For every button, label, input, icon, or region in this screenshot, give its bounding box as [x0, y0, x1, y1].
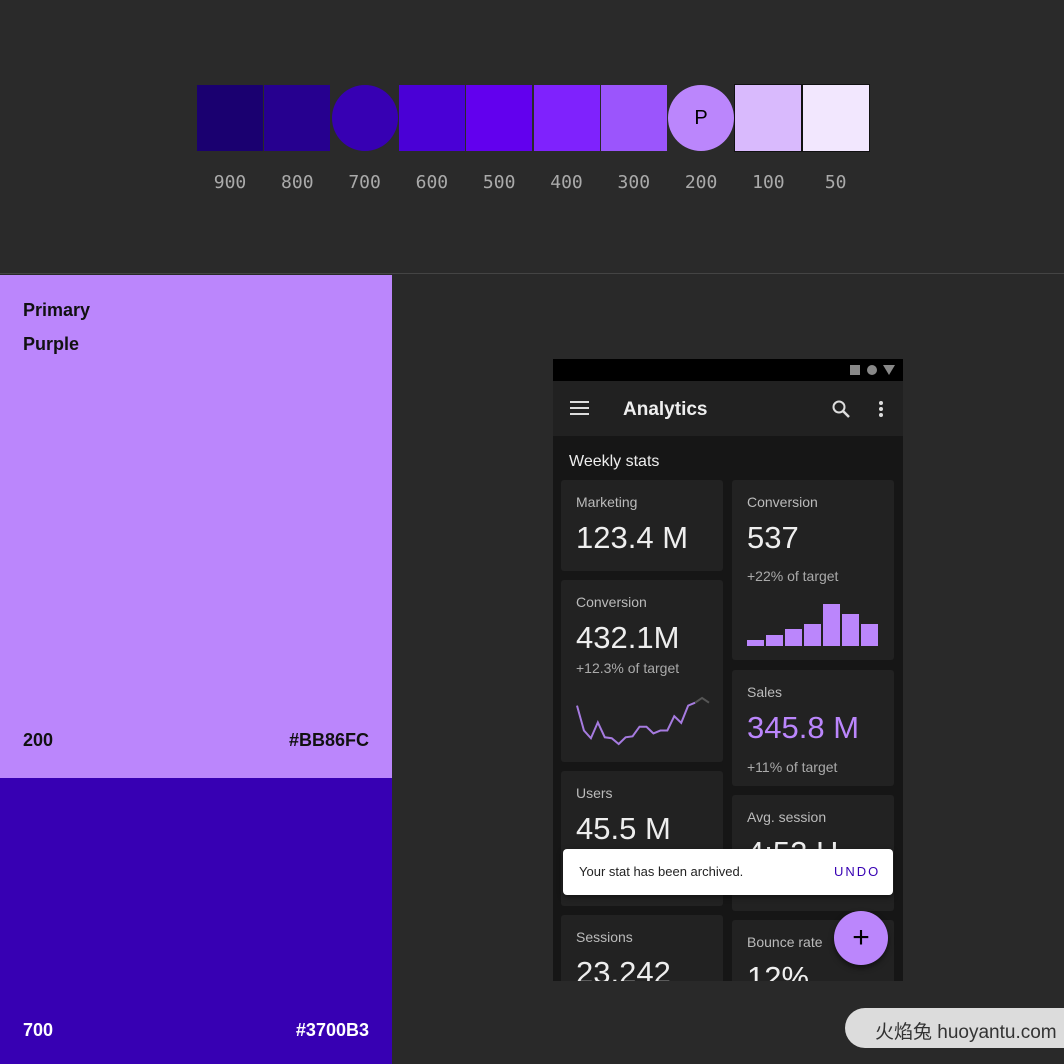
- swatch-300: [600, 85, 667, 151]
- card-sales[interactable]: Sales 345.8 M +11% of target: [732, 670, 894, 786]
- card-subtext: +12.3% of target: [576, 660, 680, 676]
- swatch-400: [533, 85, 600, 151]
- app-title: Analytics: [623, 399, 708, 420]
- square-icon: [850, 365, 860, 375]
- swatch-label: 100: [752, 172, 785, 193]
- menu-icon[interactable]: [570, 401, 590, 416]
- card-label: Conversion: [747, 494, 818, 510]
- sparkline-series: [576, 701, 696, 746]
- phone-mockup: Analytics Weekly stats Marketing 123.4 M…: [553, 359, 903, 981]
- card-label: Sessions: [576, 929, 633, 945]
- bar-2: [785, 629, 802, 646]
- swatch-600: [398, 85, 465, 151]
- bar-chart: [747, 604, 878, 646]
- swatch-700: [331, 85, 398, 151]
- card-value: 45.5 M: [576, 811, 671, 846]
- card-conversion[interactable]: Conversion 432.1M +12.3% of target: [561, 580, 723, 762]
- swatch-label: 500: [482, 172, 516, 193]
- swatch-100: [734, 84, 803, 152]
- bar-0: [747, 640, 764, 646]
- card-label: Bounce rate: [747, 934, 823, 950]
- swatch-label: 50: [824, 172, 847, 193]
- swatch-label: 300: [617, 172, 651, 193]
- color-name: Purple: [23, 334, 80, 354]
- section-title: Weekly stats: [569, 453, 660, 470]
- snackbar: Your stat has been archived. UNDO: [563, 849, 893, 895]
- bar-5: [842, 614, 859, 646]
- add-fab-button[interactable]: +: [834, 911, 888, 965]
- circle-icon: [867, 365, 877, 375]
- card-value: 12%: [747, 960, 810, 981]
- swatch-label: 700: [348, 172, 381, 193]
- snackbar-message: Your stat has been archived.: [579, 864, 744, 879]
- primary-label: Primary: [23, 300, 91, 320]
- card-value: 537: [747, 520, 799, 555]
- triangle-icon: [883, 365, 895, 375]
- swatch-500: [466, 85, 533, 151]
- palette-strip: 900 800 700 600 500 400 300 P 200 100 50: [0, 0, 1064, 274]
- more-vert-icon[interactable]: [877, 400, 885, 418]
- card-value: 345.8 M: [747, 710, 860, 745]
- card-label: Sales: [747, 684, 783, 700]
- hex-label: #BB86FC: [288, 730, 369, 750]
- status-bar: [553, 359, 903, 381]
- primary-swatch: Primary Purple 200 #BB86FC: [0, 275, 392, 778]
- swatch-label: 400: [550, 172, 583, 193]
- card-subtext: +11% of target: [747, 759, 838, 775]
- app-bar: Analytics: [553, 381, 903, 436]
- card-subtext: +22% of target: [747, 568, 839, 584]
- card-label: Conversion: [576, 594, 647, 610]
- card-conversion-right[interactable]: Conversion 537 +22% of target: [732, 480, 894, 660]
- card-value: 23,242: [576, 955, 671, 981]
- tone-label: 200: [23, 730, 54, 750]
- undo-button[interactable]: UNDO: [834, 864, 880, 879]
- bar-3: [804, 624, 821, 646]
- tone-label: 700: [23, 1020, 54, 1040]
- bar-6: [861, 624, 878, 646]
- watermark: 火焰兔 huoyantu.com: [845, 1008, 1064, 1048]
- bar-1: [766, 635, 783, 646]
- swatch-200: P: [668, 85, 735, 151]
- hex-label: #3700B3: [295, 1020, 369, 1040]
- card-label: Users: [576, 785, 613, 801]
- search-icon[interactable]: [831, 399, 851, 419]
- card-value: 123.4 M: [576, 520, 689, 555]
- card-sessions[interactable]: Sessions 23,242: [561, 915, 723, 981]
- sparkline-chart: [576, 696, 710, 746]
- swatch-900: [197, 85, 263, 151]
- swatch-label: 800: [281, 172, 314, 193]
- sparkline-tail: [694, 696, 710, 704]
- dark-swatch: 700 #3700B3: [0, 778, 392, 1064]
- swatch-50: [801, 84, 870, 152]
- card-value: 432.1M: [576, 620, 680, 655]
- swatch-800: [264, 85, 331, 151]
- bar-4: [823, 604, 840, 646]
- swatch-label: 200: [684, 172, 718, 193]
- swatch-label: 900: [213, 172, 247, 193]
- card-label: Marketing: [576, 494, 638, 510]
- card-label: Avg. session: [747, 809, 827, 825]
- card-marketing[interactable]: Marketing 123.4 M: [561, 480, 723, 571]
- swatch-label: 600: [415, 172, 449, 193]
